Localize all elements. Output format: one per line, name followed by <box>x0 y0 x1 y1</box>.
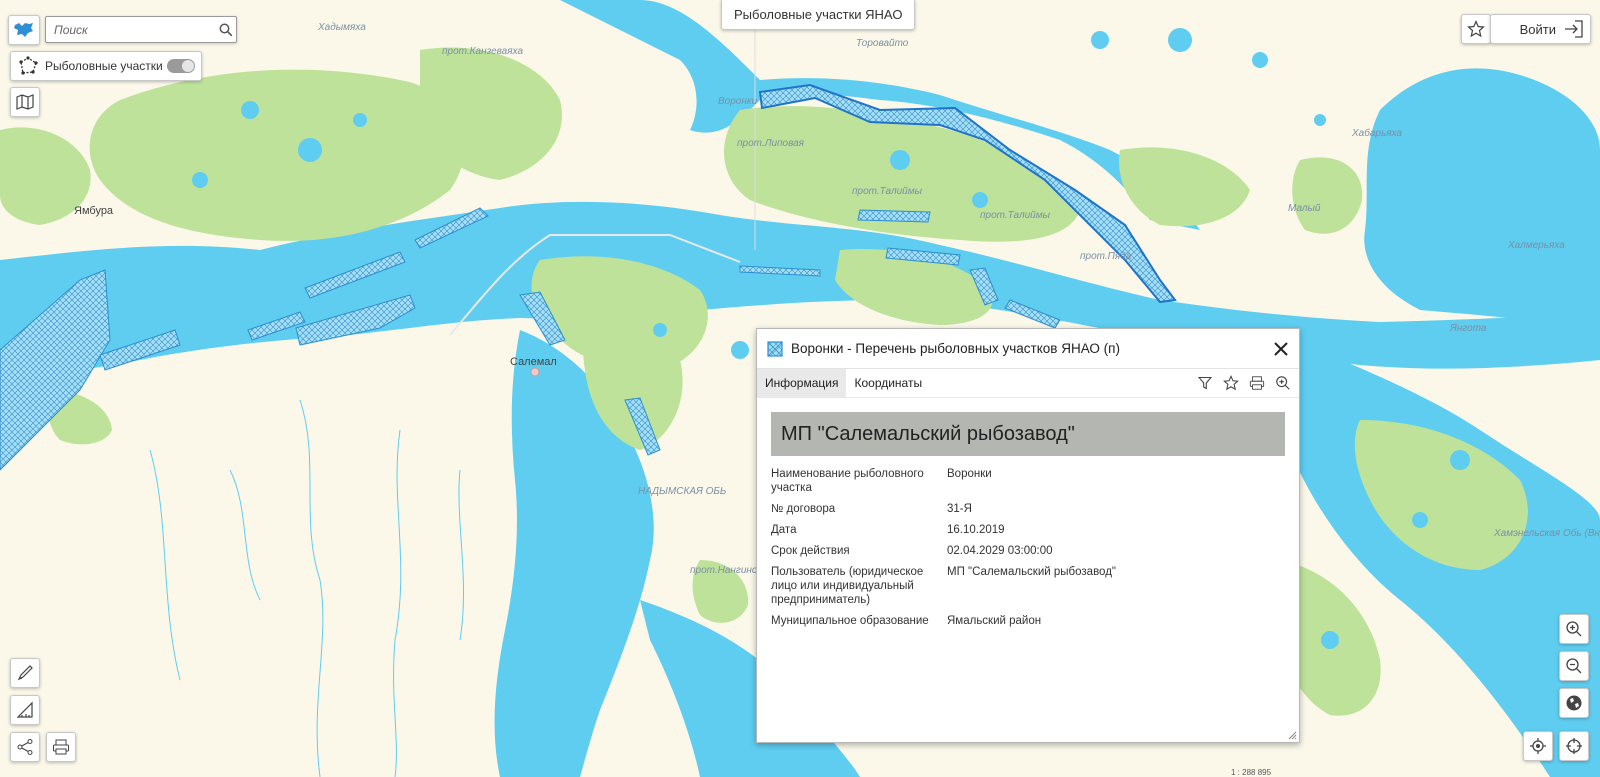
page-title: Рыболовные участки ЯНАО <box>721 0 916 30</box>
layer-toggle-label: Рыболовные участки <box>45 59 163 73</box>
map-layers-icon <box>16 94 34 110</box>
logo-button[interactable] <box>8 15 40 45</box>
map-label-prot-talaimy: прот.Талиймы <box>852 186 922 197</box>
plot-icon <box>767 340 783 357</box>
search-box[interactable] <box>45 16 237 43</box>
print-button[interactable] <box>46 732 76 762</box>
print-icon <box>53 739 69 755</box>
zoom-to-icon[interactable] <box>1273 373 1293 393</box>
attribute-value: Ямальский район <box>947 615 1042 627</box>
resize-handle-icon[interactable] <box>1287 730 1297 740</box>
map-label-malyi: Малый <box>1288 203 1321 214</box>
share-button[interactable] <box>10 732 40 762</box>
popup-tabs: Информация Координаты <box>757 369 1299 398</box>
map-label-prot-pyada: прот.Пяда <box>1080 251 1132 262</box>
page-title-text: Рыболовные участки ЯНАО <box>734 7 903 22</box>
filter-icon[interactable] <box>1195 373 1215 393</box>
map-label-voronki: Воронки <box>718 96 758 107</box>
map-app: Ямбура Салемал Воронки Хадымяха Торовайт… <box>0 0 1600 777</box>
attribute-key: № договора <box>771 503 836 515</box>
attribute-row: Наименование рыболовного участка Воронки <box>771 464 1116 499</box>
map-label-yambura: Ямбура <box>74 205 114 217</box>
attribute-row: Дата 16.10.2019 <box>771 520 1116 541</box>
measure-icon <box>16 701 33 718</box>
attribute-value: 02.04.2029 03:00:00 <box>947 545 1053 557</box>
attribute-value: Воронки <box>947 468 992 480</box>
map-layers-button[interactable] <box>10 87 40 117</box>
map-label-torovaytto: Торовайто <box>856 38 909 49</box>
owner-header: МП "Салемальский рыбозавод" <box>771 412 1285 456</box>
zoom-out-icon <box>1566 658 1582 674</box>
close-icon[interactable] <box>1271 339 1291 359</box>
map-label-yangota: Янгота <box>1450 323 1487 334</box>
map-label-khalmeryakha: Халмерьяха <box>1508 240 1565 251</box>
attribute-row: № договора 31-Я <box>771 499 1116 520</box>
attribute-value: 16.10.2019 <box>947 524 1005 536</box>
logo-icon <box>14 23 33 37</box>
search-input[interactable] <box>46 17 219 42</box>
map-label-nadymskaya-ob: НАДЫМСКАЯ ОБЬ <box>638 486 727 497</box>
attribute-key: Наименование рыболовного участка <box>771 468 924 494</box>
map-label-prot-talaimy-2: прот.Талиймы <box>980 210 1050 221</box>
attribute-value: 31-Я <box>947 503 972 515</box>
map-label-salemal: Салемал <box>510 356 557 368</box>
target-icon <box>1566 738 1582 754</box>
measure-button[interactable] <box>10 695 40 725</box>
zoom-in-icon <box>1566 621 1582 637</box>
locate-icon <box>1530 738 1546 754</box>
login-label: Войти <box>1519 21 1556 37</box>
zoom-in-button[interactable] <box>1559 614 1589 644</box>
star-icon[interactable] <box>1221 373 1241 393</box>
feature-popup: Воронки - Перечень рыболовных участков Я… <box>756 328 1300 743</box>
attribute-key: Муниципальное образование <box>771 615 929 627</box>
share-icon <box>17 739 33 755</box>
popup-header: Воронки - Перечень рыболовных участков Я… <box>757 329 1299 369</box>
zoom-out-button[interactable] <box>1559 651 1589 681</box>
layer-toggle[interactable]: Рыболовные участки <box>10 51 202 81</box>
login-icon <box>1565 20 1583 38</box>
map-label-prot-kanzevyakha: прот.Канзеваяха <box>442 46 524 57</box>
favorites-button[interactable] <box>1461 14 1491 44</box>
draw-icon <box>17 665 33 681</box>
layer-switch[interactable] <box>167 59 195 73</box>
globe-button[interactable] <box>1559 688 1589 718</box>
attribute-row: Муниципальное образование Ямальский район <box>771 611 1116 632</box>
login-button[interactable]: Войти <box>1490 14 1591 44</box>
attribute-table: Наименование рыболовного участка Воронки №… <box>771 464 1116 632</box>
polygon-layer-icon <box>19 56 38 75</box>
tab-coordinates[interactable]: Координаты <box>846 369 930 397</box>
map-label-khamanelskaya: Хамэнельская Обь (Внудям) <box>1494 528 1600 539</box>
draw-button[interactable] <box>10 658 40 688</box>
map-label-khadymyakha: Хадымяха <box>318 22 366 33</box>
star-icon <box>1467 20 1485 38</box>
locate-button[interactable] <box>1523 731 1553 761</box>
copyright: 1 : 288 895 <box>1231 768 1272 777</box>
water-east <box>1364 68 1600 330</box>
attribute-key: Срок действия <box>771 545 850 557</box>
print-icon[interactable] <box>1247 373 1267 393</box>
globe-icon <box>1566 695 1582 711</box>
attribute-key: Пользователь (юридическое лицо или индив… <box>771 566 924 606</box>
attribute-row: Пользователь (юридическое лицо или индив… <box>771 562 1116 611</box>
attribute-value: МП "Салемальский рыбозавод" <box>947 566 1116 578</box>
attribute-row: Срок действия 02.04.2029 03:00:00 <box>771 541 1116 562</box>
map-label-khabaryakha: Хабарьяха <box>1352 128 1403 139</box>
popup-title: Воронки - Перечень рыболовных участков Я… <box>791 341 1120 356</box>
target-button[interactable] <box>1559 731 1589 761</box>
attribute-key: Дата <box>771 524 797 536</box>
map-label-prot-lipovaya: прот.Липовая <box>737 138 805 149</box>
search-icon[interactable] <box>219 19 233 41</box>
tab-info[interactable]: Информация <box>757 369 847 397</box>
